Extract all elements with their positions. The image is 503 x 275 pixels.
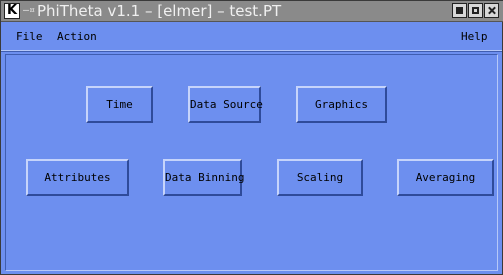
attributes-button[interactable]: Attributes (26, 159, 129, 196)
maximize-button[interactable] (468, 3, 483, 18)
scaling-button[interactable]: Scaling (277, 159, 363, 196)
app-icon[interactable]: K (4, 3, 20, 19)
data-source-button[interactable]: Data Source (188, 86, 263, 123)
phitheta-window: K –¤ PhiTheta v1.1 – [elmer] – test.PT F… (0, 0, 503, 275)
menu-file[interactable]: File (12, 22, 47, 51)
data-binning-button[interactable]: Data Binning (163, 159, 244, 196)
menu-action[interactable]: Action (53, 22, 101, 51)
graphics-button[interactable]: Graphics (296, 86, 387, 123)
close-button[interactable] (484, 3, 499, 18)
title-bar[interactable]: K –¤ PhiTheta v1.1 – [elmer] – test.PT (1, 1, 503, 22)
minimize-button[interactable] (452, 3, 467, 18)
maximize-icon (472, 7, 479, 14)
window-menu-icon[interactable]: –¤ (23, 3, 35, 19)
menu-bar: File Action Help (1, 22, 502, 51)
window-title: PhiTheta v1.1 – [elmer] – test.PT (37, 2, 282, 20)
main-panel: Time Data Source Graphics Attributes Dat… (5, 54, 498, 271)
minimize-icon (456, 7, 463, 14)
time-button[interactable]: Time (86, 86, 153, 123)
close-icon (488, 7, 495, 14)
menu-help[interactable]: Help (457, 22, 492, 51)
averaging-button[interactable]: Averaging (397, 159, 494, 196)
